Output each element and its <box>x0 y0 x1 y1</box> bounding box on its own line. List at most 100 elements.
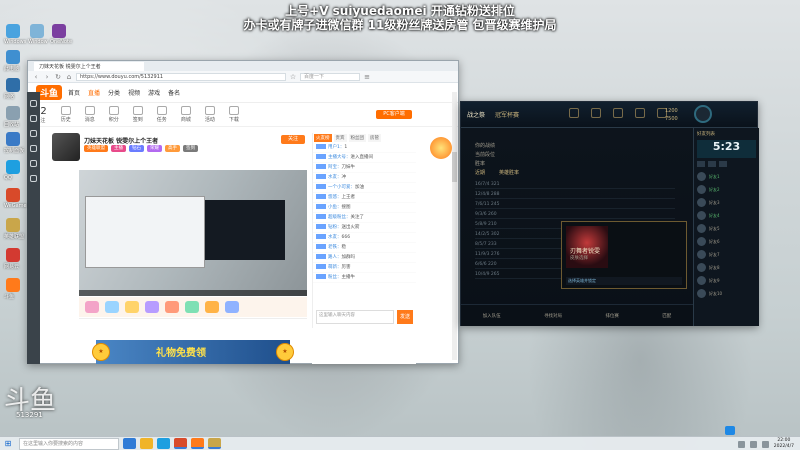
browser-search-input[interactable]: 百度一下 <box>300 72 360 81</box>
gift-icon[interactable] <box>185 301 199 313</box>
taskbar-app-icon[interactable] <box>191 438 204 449</box>
chat-nickname[interactable]: 萌新： <box>328 265 342 270</box>
sidebar-icon-3[interactable] <box>30 130 37 137</box>
desktop-icon[interactable] <box>6 160 20 174</box>
chat-tab[interactable]: 粉丝团 <box>348 134 366 142</box>
room-tag[interactable]: 签到 <box>183 145 198 152</box>
settings-icon[interactable] <box>719 161 727 167</box>
room-tag[interactable]: 主播 <box>111 145 126 152</box>
chat-nickname[interactable]: 阿宝： <box>328 165 342 170</box>
send-button[interactable]: 发送 <box>397 310 413 324</box>
collection-icon[interactable] <box>613 108 623 118</box>
taskbar-app-icon[interactable] <box>174 438 187 449</box>
friend-item[interactable]: 好友10 <box>694 287 759 300</box>
desktop-icon[interactable] <box>6 278 20 292</box>
desktop-icon[interactable] <box>6 106 20 120</box>
game-bottom-button[interactable]: 加入队伍 <box>483 313 501 319</box>
friend-item[interactable]: 好友9 <box>694 274 759 287</box>
user-menu-item[interactable]: 商城 <box>180 106 191 123</box>
site-nav-link[interactable]: 首页 <box>68 88 80 97</box>
gift-icon[interactable] <box>205 301 219 313</box>
chat-nickname[interactable]: 粉丝： <box>328 275 342 280</box>
chat-nickname[interactable]: 钻粉： <box>328 225 342 230</box>
menu-icon[interactable]: ≡ <box>363 73 371 81</box>
friend-item[interactable]: 好友4 <box>694 209 759 222</box>
desktop-icon[interactable] <box>6 218 20 232</box>
chat-nickname[interactable]: 用户1： <box>328 145 344 150</box>
chat-nickname[interactable]: 老铁： <box>328 245 342 250</box>
taskbar-app-icon[interactable] <box>140 438 153 449</box>
tray-app-icon[interactable] <box>725 426 735 435</box>
home-icon[interactable]: ⌂ <box>65 73 73 81</box>
game-bottom-button[interactable]: 排位赛 <box>605 313 619 319</box>
desktop-icon[interactable] <box>6 188 20 202</box>
friend-item[interactable]: 好友6 <box>694 235 759 248</box>
promo-badge-icon[interactable] <box>430 137 452 159</box>
sidebar-icon-2[interactable] <box>30 115 37 122</box>
site-nav-link[interactable]: 游戏 <box>148 88 160 97</box>
match-history-row[interactable]: 16/7/4 321 <box>475 180 675 189</box>
video-control-bar[interactable] <box>79 290 307 296</box>
chat-icon[interactable] <box>708 161 716 167</box>
taskbar-app-icon[interactable] <box>208 438 221 449</box>
taskbar-clock[interactable]: 22:00 2022/4/7 <box>774 438 794 450</box>
user-menu-item[interactable]: 消息 <box>84 106 95 123</box>
volume-icon[interactable] <box>749 440 757 448</box>
friend-item[interactable]: 好友8 <box>694 261 759 274</box>
home-icon[interactable] <box>569 108 579 118</box>
stats-tab[interactable]: 近期 <box>475 169 485 176</box>
browser-scrollbar[interactable] <box>452 92 457 360</box>
game-bottom-button[interactable]: 寻找对局 <box>544 313 562 319</box>
sidebar-icon-5[interactable] <box>30 160 37 167</box>
follow-button[interactable]: 关注 <box>281 135 305 144</box>
taskbar-app-icon[interactable] <box>157 438 170 449</box>
chat-tab[interactable]: 贵宾 <box>333 134 347 142</box>
gift-icon[interactable] <box>105 301 119 313</box>
user-menu-item[interactable]: 积分 <box>108 106 119 123</box>
site-nav-link[interactable]: 分类 <box>108 88 120 97</box>
refresh-icon[interactable]: ↻ <box>54 73 62 81</box>
desktop-icon[interactable] <box>52 24 66 38</box>
network-icon[interactable] <box>737 440 745 448</box>
windows-start-icon[interactable]: ⊞ <box>0 437 16 450</box>
gift-icon[interactable] <box>225 301 239 313</box>
chat-tab[interactable]: 火友榜 <box>314 134 332 142</box>
url-input[interactable]: https://www.douyu.com/5132911 <box>76 72 286 81</box>
room-tag[interactable]: 高手 <box>165 145 180 152</box>
user-menu-item[interactable]: 活动 <box>204 106 215 123</box>
browser-tab[interactable]: 刀妹天花板 锐雯尔上个王者 <box>34 61 144 71</box>
chat-nickname[interactable]: 悠悠： <box>328 195 342 200</box>
user-menu-item[interactable]: 签到 <box>132 106 143 123</box>
user-menu-item[interactable]: 下载 <box>228 106 239 123</box>
friend-item[interactable]: 好友2 <box>694 183 759 196</box>
room-tag[interactable]: 钻石 <box>129 145 144 152</box>
gift-icon[interactable] <box>165 301 179 313</box>
room-tag[interactable]: 英雄联盟 <box>84 145 108 152</box>
friend-item[interactable]: 好友7 <box>694 248 759 261</box>
desktop-icon[interactable] <box>6 78 20 92</box>
site-nav-link[interactable]: 直播 <box>88 88 100 97</box>
friend-item[interactable]: 好友3 <box>694 196 759 209</box>
chat-nickname[interactable]: 水友： <box>328 175 342 180</box>
game-bottom-button[interactable]: 匹配 <box>662 313 671 319</box>
chat-input[interactable]: 这里输入聊天内容 <box>316 310 394 324</box>
sidebar-icon-6[interactable] <box>30 175 37 182</box>
user-menu-item[interactable]: 历史 <box>60 106 71 123</box>
desktop-icon[interactable] <box>6 132 20 146</box>
stats-tab[interactable]: 英雄胜率 <box>499 169 519 176</box>
add-friend-icon[interactable] <box>697 161 705 167</box>
streamer-avatar[interactable] <box>52 133 80 161</box>
match-history-row[interactable]: 12/4/8 288 <box>475 190 675 199</box>
chat-nickname[interactable]: 主播大号： <box>328 155 351 160</box>
champion-card[interactable]: 刃舞者锐雯 皮肤选择 选择英雄并锁定 <box>561 221 687 289</box>
match-history-row[interactable]: 9/3/6 260 <box>475 210 675 219</box>
desktop-icon[interactable] <box>6 248 20 262</box>
room-tag[interactable]: 荣耀 <box>147 145 162 152</box>
match-history-row[interactable]: 7/6/11 245 <box>475 200 675 209</box>
desktop-icon[interactable] <box>30 24 44 38</box>
back-icon[interactable]: ‹ <box>32 73 40 81</box>
sidebar-icon-4[interactable] <box>30 145 37 152</box>
game-nav-item[interactable]: 冠军杯赛 <box>495 110 519 119</box>
gift-icon[interactable] <box>145 301 159 313</box>
chat-nickname[interactable]: 一个小可爱： <box>328 185 355 190</box>
